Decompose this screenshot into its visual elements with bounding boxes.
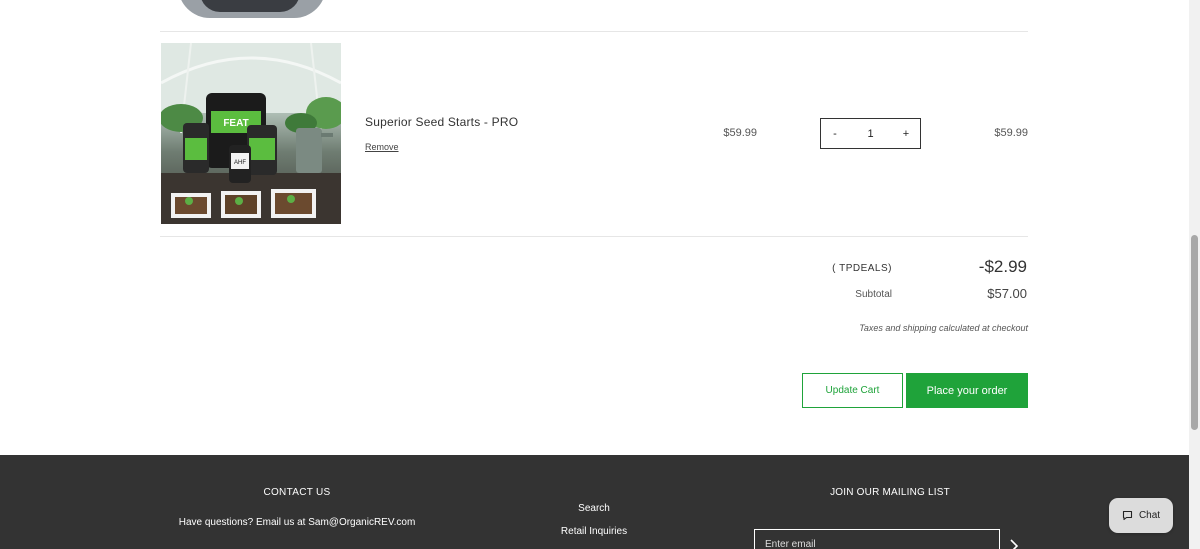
contact-text[interactable]: Have questions? Email us at Sam@OrganicR… — [160, 517, 434, 528]
discount-amount: -$2.99 — [978, 257, 1027, 276]
email-field[interactable] — [754, 529, 1000, 549]
chat-label: Chat — [1138, 510, 1161, 521]
decrease-quantity-button[interactable]: - — [830, 128, 840, 140]
tax-note: Taxes and shipping calculated at checkou… — [859, 323, 1028, 333]
footer-link-retail-inquiries[interactable]: Retail Inquiries — [540, 526, 648, 537]
scrollbar[interactable] — [1189, 0, 1200, 549]
quantity-stepper: - 1 + — [820, 118, 921, 149]
update-cart-button[interactable]: Update Cart — [802, 373, 903, 408]
unit-price: $59.99 — [723, 127, 757, 139]
subtotal-label: Subtotal — [855, 289, 892, 300]
subtotal-amount: $57.00 — [987, 286, 1027, 301]
footer: CONTACT US Have questions? Email us at S… — [0, 455, 1189, 549]
chevron-right-icon[interactable] — [1008, 539, 1020, 549]
place-order-button[interactable]: Place your order — [906, 373, 1028, 408]
svg-text:AHF: AHF — [234, 160, 246, 166]
chat-bubble-icon — [1122, 510, 1133, 521]
cart-page: FEAT AHF Superior Seed Starts - PRO Remo… — [0, 0, 1200, 549]
row-divider — [160, 236, 1028, 237]
increase-quantity-button[interactable]: + — [901, 128, 911, 140]
mailing-list-title: JOIN OUR MAILING LIST — [830, 487, 950, 498]
footer-link-search[interactable]: Search — [540, 503, 648, 514]
previous-item-image — [178, 0, 326, 20]
scrollbar-thumb[interactable] — [1191, 235, 1198, 430]
remove-link[interactable]: Remove — [365, 142, 399, 152]
svg-text:FEAT: FEAT — [223, 118, 248, 129]
product-image[interactable]: FEAT AHF — [161, 43, 341, 224]
row-divider — [160, 31, 1028, 32]
contact-title: CONTACT US — [263, 487, 331, 498]
product-name[interactable]: Superior Seed Starts - PRO — [365, 115, 518, 129]
discount-code: ( TPDEALS) — [832, 263, 892, 274]
chat-button[interactable]: Chat — [1109, 498, 1173, 533]
quantity-value[interactable]: 1 — [861, 128, 881, 140]
line-total: $59.99 — [994, 127, 1028, 139]
